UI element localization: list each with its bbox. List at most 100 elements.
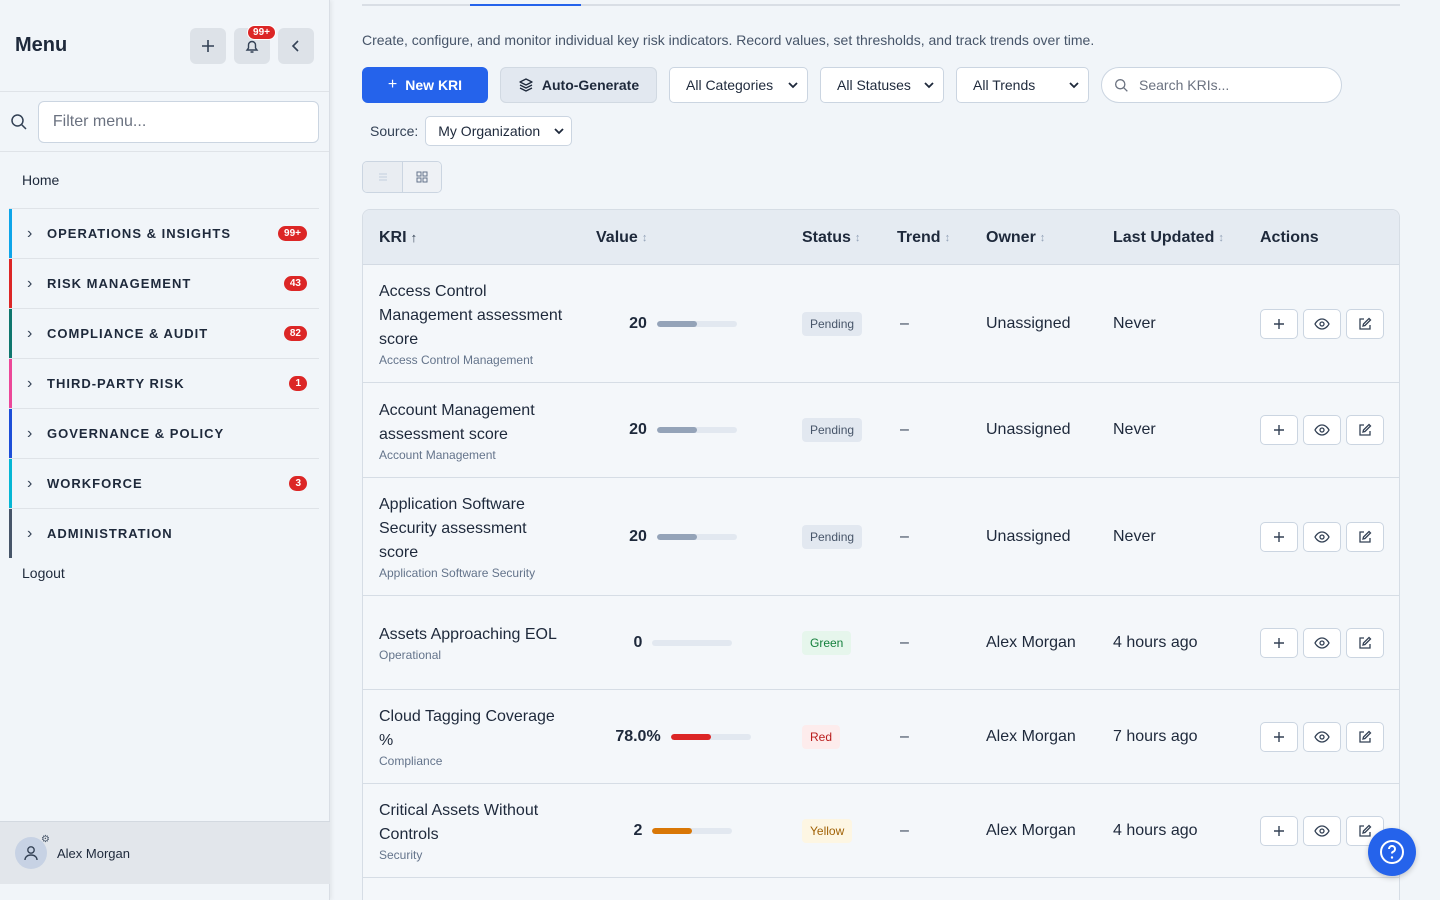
- record-value-button[interactable]: [1260, 627, 1298, 658]
- section-accent-bar: [9, 509, 12, 558]
- table-row[interactable]: Account Management assessment score Accou…: [363, 383, 1399, 478]
- record-value-button[interactable]: [1260, 415, 1298, 445]
- kri-category: Account Management: [379, 447, 496, 462]
- status-cell: Yellow: [802, 784, 853, 877]
- kri-value: 20: [629, 527, 647, 545]
- column-header-status[interactable]: Status ↕: [802, 210, 860, 265]
- user-icon: [24, 846, 38, 861]
- section-accent-bar: [9, 309, 12, 358]
- value-progress-fill: [670, 733, 711, 740]
- grid-view-button[interactable]: [402, 162, 441, 192]
- edit-button[interactable]: [1346, 521, 1384, 552]
- kri-cell: Access Control Management assessment sco…: [379, 265, 569, 382]
- kri-name[interactable]: Critical vulnerabilities: [379, 896, 569, 900]
- chevron-left-icon: [291, 39, 299, 52]
- table-row[interactable]: Assets Approaching EOL Operational 0 Green –…: [363, 596, 1399, 690]
- value-header-label: Value: [596, 228, 638, 246]
- trend-filter-select[interactable]: All Trends: [956, 67, 1089, 103]
- edit-button[interactable]: [1346, 308, 1384, 339]
- edit-icon: [1359, 423, 1372, 436]
- layers-icon: [519, 78, 533, 92]
- section-count-badge: 82: [283, 326, 307, 341]
- kri-name[interactable]: Assets Approaching EOL: [379, 623, 569, 647]
- search-placeholder: Search KRIs...: [1139, 77, 1230, 93]
- record-value-button[interactable]: [1260, 815, 1298, 846]
- last-updated-cell: Never: [1113, 265, 1156, 382]
- sidebar-item-home[interactable]: Home: [0, 152, 329, 208]
- record-value-button[interactable]: [1260, 721, 1298, 752]
- filter-menu-input[interactable]: [37, 100, 319, 143]
- view-button[interactable]: [1303, 627, 1341, 658]
- table-row[interactable]: Application Software Security assessment…: [363, 478, 1399, 596]
- source-label: Source:: [370, 123, 419, 139]
- status-cell: Red: [802, 690, 841, 783]
- plus-icon: [1274, 731, 1284, 742]
- sidebar-section-workforce[interactable]: › WORKFORCE 3: [9, 458, 319, 508]
- sidebar-section-governance-policy[interactable]: › GOVERNANCE & POLICY: [9, 408, 319, 458]
- view-button[interactable]: [1303, 721, 1341, 752]
- column-header-trend[interactable]: Trend ↕: [897, 210, 950, 265]
- notifications-button[interactable]: 99+: [234, 24, 276, 64]
- edit-icon: [1359, 824, 1372, 837]
- view-button[interactable]: [1303, 521, 1341, 552]
- search-kris-input[interactable]: Search KRIs...: [1101, 67, 1342, 103]
- kri-name[interactable]: Critical Assets Without Controls: [379, 799, 569, 847]
- add-button[interactable]: [190, 27, 226, 64]
- chevron-right-icon: ›: [27, 474, 33, 492]
- status-filter-select[interactable]: All Statuses: [820, 67, 944, 103]
- auto-generate-button[interactable]: Auto-Generate: [500, 67, 657, 103]
- search-icon: [10, 113, 38, 131]
- owner-cell: Alex Morgan: [986, 690, 1076, 783]
- chevron-down-icon: [788, 82, 798, 89]
- logout-link[interactable]: Logout: [0, 558, 329, 588]
- value-progress-fill: [656, 533, 697, 540]
- column-header-kri[interactable]: KRI ↑: [379, 210, 417, 265]
- list-view-button[interactable]: [363, 162, 402, 192]
- section-label: THIRD-PARTY RISK: [47, 376, 185, 391]
- record-value-button[interactable]: [1260, 308, 1298, 339]
- edit-button[interactable]: [1346, 721, 1384, 752]
- kri-name[interactable]: Cloud Tagging Coverage %: [379, 705, 569, 753]
- sidebar-section-risk-management[interactable]: › RISK MANAGEMENT 43: [9, 258, 319, 308]
- sidebar-section-compliance-audit[interactable]: › COMPLIANCE & AUDIT 82: [9, 308, 319, 358]
- column-header-value[interactable]: Value ↕: [596, 210, 647, 265]
- sort-icon: ↕: [641, 231, 648, 244]
- record-value-button[interactable]: [1260, 521, 1298, 552]
- plus-icon: [1274, 825, 1284, 836]
- edit-button[interactable]: [1346, 415, 1384, 445]
- collapse-sidebar-button[interactable]: [278, 27, 314, 64]
- table-row[interactable]: Critical Assets Without Controls Security…: [363, 784, 1399, 878]
- edit-button[interactable]: [1346, 627, 1384, 658]
- column-header-owner[interactable]: Owner ↕: [986, 210, 1045, 265]
- category-filter-select[interactable]: All Categories: [669, 67, 808, 103]
- status-badge: Pending: [802, 418, 863, 442]
- user-profile[interactable]: ⚙ Alex Morgan: [0, 821, 330, 884]
- status-cell: Pending: [802, 383, 863, 477]
- source-select[interactable]: My Organization: [425, 116, 573, 146]
- view-toggle: [362, 161, 442, 193]
- status-badge: Pending: [802, 311, 863, 336]
- actions-cell: [1260, 784, 1389, 877]
- sidebar-section-third-party-risk[interactable]: › THIRD-PARTY RISK 1: [9, 358, 319, 408]
- eye-icon: [1314, 730, 1330, 743]
- value-progress-bar: [656, 533, 737, 540]
- table-row[interactable]: Access Control Management assessment sco…: [363, 265, 1399, 383]
- sidebar-section-administration[interactable]: › ADMINISTRATION: [9, 508, 319, 558]
- table-row[interactable]: Critical vulnerabilities: [363, 878, 1399, 900]
- view-button[interactable]: [1303, 815, 1341, 846]
- active-tab-indicator: [470, 4, 581, 6]
- view-button[interactable]: [1303, 308, 1341, 339]
- help-button[interactable]: [1368, 828, 1416, 876]
- table-row[interactable]: Cloud Tagging Coverage % Compliance 78.0% R…: [363, 690, 1399, 784]
- sidebar-section-operations-insights[interactable]: › OPERATIONS & INSIGHTS 99+: [9, 208, 319, 258]
- kri-category: Operational: [379, 648, 442, 662]
- new-kri-button[interactable]: + New KRI: [362, 67, 488, 103]
- kri-name[interactable]: Access Control Management assessment sco…: [379, 280, 569, 352]
- kri-name[interactable]: Account Management assessment score: [379, 399, 569, 447]
- status-header-label: Status: [802, 228, 851, 246]
- kri-name[interactable]: Application Software Security assessment…: [379, 493, 569, 565]
- view-button[interactable]: [1303, 415, 1341, 445]
- section-label: GOVERNANCE & POLICY: [47, 426, 225, 441]
- plus-icon: [1274, 318, 1284, 329]
- column-header-last-updated[interactable]: Last Updated ↕: [1113, 210, 1224, 265]
